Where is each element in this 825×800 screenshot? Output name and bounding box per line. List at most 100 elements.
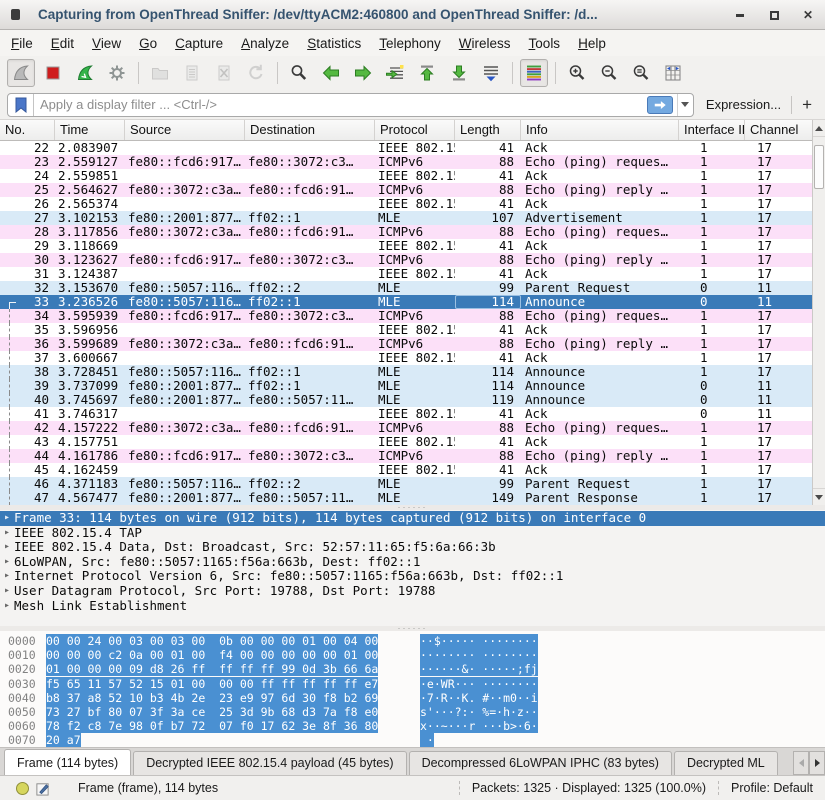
hex-bytes[interactable]: 00 00 24 00 03 00 03 00 0b 00 00 00 01 0… [46,634,378,648]
reload-file-button[interactable] [242,59,270,87]
packet-row-42[interactable]: 424.157222fe80::3072:c3a…fe80::fcd6:91…I… [0,421,825,435]
expression-button[interactable]: Expression... [706,97,781,112]
byte-view-tab-0[interactable]: Frame (114 bytes) [4,749,131,775]
close-file-button[interactable] [210,59,238,87]
expand-arrow-icon[interactable]: ▸ [0,526,14,541]
packet-row-26[interactable]: 262.565374IEEE 802.15.441Ack117 [0,197,825,211]
maximize-button[interactable] [767,8,781,22]
menu-wireless[interactable]: Wireless [450,33,520,54]
scroll-down-button[interactable] [813,488,825,505]
hex-row-0050[interactable]: 005073 27 bf 80 07 3f 3a ce 25 3d 9b 68 … [0,705,825,719]
column-header-info[interactable]: Info [521,120,679,140]
packet-row-30[interactable]: 303.123627fe80::fcd6:917…fe80::3072:c3…I… [0,253,825,267]
add-filter-button[interactable]: + [802,95,812,115]
detail-line-6[interactable]: ▸Mesh Link Establishment [0,599,825,614]
status-profile[interactable]: Profile: Default [718,781,813,795]
detail-line-0[interactable]: ▸Frame 33: 114 bytes on wire (912 bits),… [0,511,825,526]
hex-bytes[interactable]: 78 f2 c8 7e 98 0f b7 72 07 f0 17 62 3e 8… [46,719,378,733]
packet-row-37[interactable]: 373.600667IEEE 802.15.441Ack117 [0,351,825,365]
column-header-interfaceid[interactable]: Interface ID [679,120,745,140]
column-header-destination[interactable]: Destination [245,120,375,140]
hex-bytes[interactable]: f5 65 11 57 52 15 01 00 00 00 ff ff ff f… [46,677,378,691]
go-last-button[interactable] [445,59,473,87]
packet-row-23[interactable]: 232.559127fe80::fcd6:917…fe80::3072:c3…I… [0,155,825,169]
hex-row-0020[interactable]: 002001 00 00 00 09 d8 26 ff ff ff ff 99 … [0,662,825,676]
detail-line-4[interactable]: ▸Internet Protocol Version 6, Src: fe80:… [0,569,825,584]
packet-row-38[interactable]: 383.728451fe80::5057:116…ff02::1MLE114An… [0,365,825,379]
go-back-button[interactable] [317,59,345,87]
hex-bytes[interactable]: 00 00 00 c2 0a 00 01 00 f4 00 00 00 00 0… [46,648,378,662]
packet-row-40[interactable]: 403.745697fe80::2001:877…fe80::5057:11…M… [0,393,825,407]
zoom-out-button[interactable] [595,59,623,87]
hex-ascii[interactable]: · [420,733,434,747]
packet-row-34[interactable]: 343.595939fe80::fcd6:917…fe80::3072:c3…I… [0,309,825,323]
packet-row-32[interactable]: 323.153670fe80::5057:116…ff02::2MLE99Par… [0,281,825,295]
menu-edit[interactable]: Edit [42,33,83,54]
hex-ascii[interactable]: ······&· ·····;fj [420,662,538,676]
column-header-no[interactable]: No. [0,120,55,140]
packet-row-44[interactable]: 444.161786fe80::fcd6:917…fe80::3072:c3…I… [0,449,825,463]
hex-ascii[interactable]: ········ ········ [420,648,538,662]
byte-view-tab-2[interactable]: Decompressed 6LoWPAN IPHC (83 bytes) [409,751,672,775]
filter-dropdown-button[interactable] [677,94,693,116]
expand-arrow-icon[interactable]: ▸ [0,569,14,584]
hex-bytes[interactable]: 01 00 00 00 09 d8 26 ff ff ff ff 99 0d 3… [46,662,378,676]
hex-row-0010[interactable]: 001000 00 00 c2 0a 00 01 00 f4 00 00 00 … [0,648,825,662]
expand-arrow-icon[interactable]: ▸ [0,540,14,555]
packet-row-29[interactable]: 293.118669IEEE 802.15.441Ack117 [0,239,825,253]
find-packet-button[interactable] [285,59,313,87]
display-filter-input[interactable] [34,94,647,116]
menu-file[interactable]: File [2,33,42,54]
go-forward-button[interactable] [349,59,377,87]
expand-arrow-icon[interactable]: ▸ [0,555,14,570]
packet-row-35[interactable]: 353.596956IEEE 802.15.441Ack117 [0,323,825,337]
packet-row-43[interactable]: 434.157751IEEE 802.15.441Ack117 [0,435,825,449]
detail-line-3[interactable]: ▸6LoWPAN, Src: fe80::5057:1165:f56a:663b… [0,555,825,570]
menu-analyze[interactable]: Analyze [232,33,298,54]
packet-row-39[interactable]: 393.737099fe80::2001:877…ff02::1MLE114An… [0,379,825,393]
column-header-protocol[interactable]: Protocol [375,120,455,140]
column-header-channel[interactable]: Channel [745,120,813,140]
scrollbar-thumb[interactable] [814,145,824,189]
menu-help[interactable]: Help [569,33,615,54]
hex-bytes[interactable]: 73 27 bf 80 07 3f 3a ce 25 3d 9b 68 d3 7… [46,705,378,719]
packet-row-28[interactable]: 283.117856fe80::3072:c3a…fe80::fcd6:91…I… [0,225,825,239]
packet-row-46[interactable]: 464.371183fe80::5057:116…ff02::2MLE99Par… [0,477,825,491]
menu-telephony[interactable]: Telephony [370,33,450,54]
minimize-button[interactable] [733,8,747,22]
detail-line-1[interactable]: ▸IEEE 802.15.4 TAP [0,526,825,541]
menu-capture[interactable]: Capture [166,33,232,54]
packet-list-scrollbar[interactable] [812,120,825,505]
resize-columns-button[interactable] [659,59,687,87]
expert-info-icon[interactable] [16,782,29,795]
apply-filter-button[interactable] [647,96,673,114]
hex-row-0070[interactable]: 007020 a7 · [0,733,825,747]
column-header-length[interactable]: Length [455,120,521,140]
capture-comment-icon[interactable] [35,781,50,796]
expand-arrow-icon[interactable]: ▸ [0,511,14,526]
menu-view[interactable]: View [83,33,130,54]
restart-capture-button[interactable] [71,59,99,87]
menu-go[interactable]: Go [130,33,166,54]
byte-view-tab-1[interactable]: Decrypted IEEE 802.15.4 payload (45 byte… [133,751,406,775]
hex-ascii[interactable]: x··~···r ···b>·6· [420,719,538,733]
zoom-in-button[interactable] [563,59,591,87]
byte-view-tab-3[interactable]: Decrypted ML [674,751,778,775]
expand-arrow-icon[interactable]: ▸ [0,599,14,614]
hex-bytes[interactable]: 20 a7 [46,733,81,747]
detail-line-5[interactable]: ▸User Datagram Protocol, Src Port: 19788… [0,584,825,599]
hex-row-0060[interactable]: 006078 f2 c8 7e 98 0f b7 72 07 f0 17 62 … [0,719,825,733]
tab-scroll-left-button[interactable] [793,751,809,775]
filter-bookmark-button[interactable] [8,94,34,116]
save-file-button[interactable] [178,59,206,87]
start-capture-button[interactable] [7,59,35,87]
hex-ascii[interactable]: ·7·R··K. #··m0··i [420,691,538,705]
hex-row-0000[interactable]: 000000 00 24 00 03 00 03 00 0b 00 00 00 … [0,634,825,648]
detail-line-2[interactable]: ▸IEEE 802.15.4 Data, Dst: Broadcast, Src… [0,540,825,555]
packet-row-47[interactable]: 474.567477fe80::2001:877…fe80::5057:11…M… [0,491,825,505]
tab-scroll-right-button[interactable] [809,751,825,775]
stop-capture-button[interactable] [39,59,67,87]
open-file-button[interactable] [146,59,174,87]
menu-tools[interactable]: Tools [520,33,570,54]
packet-row-25[interactable]: 252.564627fe80::3072:c3a…fe80::fcd6:91…I… [0,183,825,197]
